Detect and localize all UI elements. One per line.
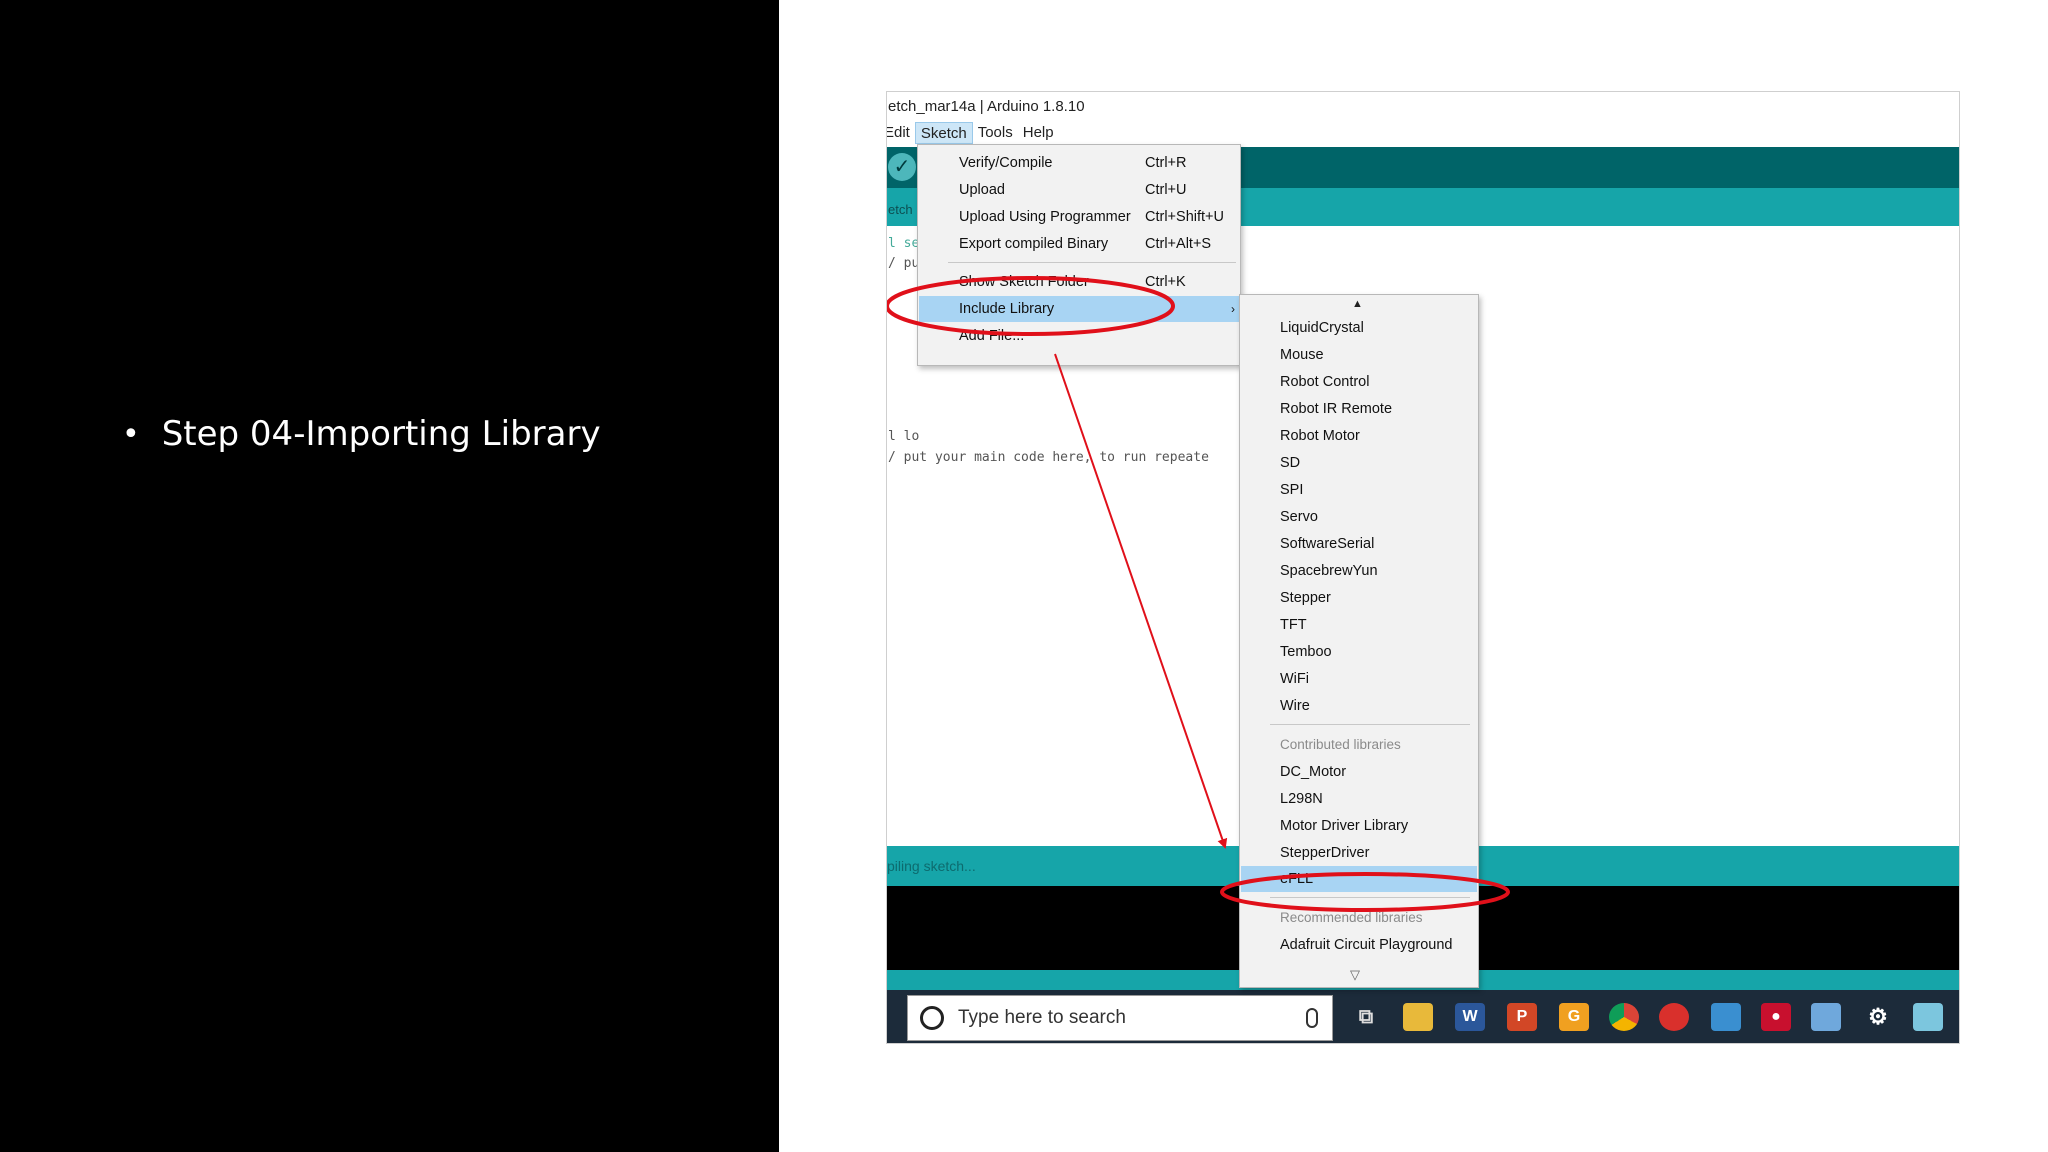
scroll-down-icon[interactable]: ▽: [1350, 967, 1360, 983]
chrome-icon[interactable]: [1609, 1003, 1639, 1031]
menu-edit[interactable]: Edit: [887, 122, 915, 144]
menu-item-export-binary[interactable]: Export compiled Binary Ctrl+Alt+S: [919, 231, 1239, 257]
library-item[interactable]: WiFi: [1241, 666, 1477, 692]
app-red2-icon[interactable]: ●: [1761, 1003, 1791, 1031]
code-line: / put your main code here, to run repeat…: [888, 450, 1209, 465]
menu-item-label: Upload: [959, 182, 1005, 198]
menu-item-shortcut: Ctrl+R: [1145, 155, 1187, 171]
menu-separator: [1270, 724, 1470, 725]
window-title: etch_mar14a | Arduino 1.8.10: [888, 98, 1085, 115]
submenu-arrow-icon: ›: [1231, 302, 1235, 316]
menu-item-upload-programmer[interactable]: Upload Using Programmer Ctrl+Shift+U: [919, 204, 1239, 230]
menu-tools[interactable]: Tools: [973, 122, 1018, 144]
menu-item-shortcut: Ctrl+Shift+U: [1145, 209, 1224, 225]
code-line: l se: [888, 236, 920, 251]
arduino-icon[interactable]: [1711, 1003, 1741, 1031]
menu-item-label: Include Library: [959, 301, 1055, 317]
menu-item-shortcut: Ctrl+K: [1145, 274, 1186, 290]
settings-icon[interactable]: ⚙: [1863, 1003, 1893, 1031]
library-item-efll[interactable]: eFLL: [1241, 866, 1477, 892]
sketch-tab[interactable]: etch: [888, 202, 913, 217]
recommended-libraries-header: Recommended libraries: [1280, 910, 1423, 925]
library-item[interactable]: Wire: [1241, 693, 1477, 719]
menu-item-add-file[interactable]: Add File...: [919, 323, 1239, 349]
library-item[interactable]: L298N: [1241, 786, 1477, 812]
bullet-item: • Step 04-Importing Library: [122, 414, 601, 454]
scroll-up-icon[interactable]: ▲: [1352, 298, 1363, 310]
library-item[interactable]: SPI: [1241, 477, 1477, 503]
file-explorer-icon[interactable]: [1403, 1003, 1433, 1031]
library-item[interactable]: TFT: [1241, 612, 1477, 638]
library-item[interactable]: Stepper: [1241, 585, 1477, 611]
code-line: / pu: [888, 256, 920, 271]
library-submenu: ▲ LiquidCrystal Mouse Robot Control Robo…: [1239, 294, 1479, 988]
library-item[interactable]: Temboo: [1241, 639, 1477, 665]
app-orange-icon[interactable]: G: [1559, 1003, 1589, 1031]
library-item[interactable]: Motor Driver Library: [1241, 813, 1477, 839]
menu-item-label: Upload Using Programmer: [959, 209, 1131, 225]
menu-item-include-library[interactable]: Include Library ›: [919, 296, 1239, 322]
menu-item-shortcut: Ctrl+Alt+S: [1145, 236, 1212, 252]
bullet-dot: •: [122, 416, 140, 452]
menu-bar: Edit Sketch Tools Help: [887, 120, 1959, 146]
app-red-icon[interactable]: [1659, 1003, 1689, 1031]
menu-separator: [948, 262, 1236, 263]
app-cube-icon[interactable]: [1811, 1003, 1841, 1031]
search-placeholder: Type here to search: [958, 1007, 1126, 1028]
library-item[interactable]: LiquidCrystal: [1241, 315, 1477, 341]
library-item[interactable]: Robot Control: [1241, 369, 1477, 395]
task-view-icon[interactable]: ⧉: [1351, 1003, 1381, 1031]
menu-item-label: Verify/Compile: [959, 155, 1053, 171]
menu-item-verify-compile[interactable]: Verify/Compile Ctrl+R: [919, 150, 1239, 176]
menu-sketch[interactable]: Sketch: [914, 122, 973, 144]
library-item[interactable]: SpacebrewYun: [1241, 558, 1477, 584]
taskbar: Type here to search ⧉ W P G ● ⚙: [887, 990, 1959, 1043]
menu-item-label: Add File...: [959, 328, 1025, 344]
status-text: piling sketch...: [887, 858, 976, 874]
library-item[interactable]: Servo: [1241, 504, 1477, 530]
menu-item-show-sketch-folder[interactable]: Show Sketch Folder Ctrl+K: [919, 269, 1239, 295]
bullet-text: Step 04-Importing Library: [161, 414, 601, 454]
menu-item-upload[interactable]: Upload Ctrl+U: [919, 177, 1239, 203]
left-panel: • Step 04-Importing Library: [0, 0, 779, 1152]
library-item[interactable]: Adafruit Circuit Playground: [1241, 932, 1477, 958]
verify-icon[interactable]: ✓: [888, 153, 916, 181]
menu-item-shortcut: Ctrl+U: [1145, 182, 1187, 198]
library-item[interactable]: StepperDriver: [1241, 840, 1477, 866]
word-icon[interactable]: W: [1455, 1003, 1485, 1031]
menu-item-label: Export compiled Binary: [959, 236, 1109, 252]
app-last-icon[interactable]: [1913, 1003, 1943, 1031]
arduino-screenshot: etch_mar14a | Arduino 1.8.10 Edit Sketch…: [886, 91, 1960, 1044]
slide: • Step 04-Importing Library etch_mar14a …: [0, 0, 2048, 1152]
menu-item-label: Show Sketch Folder: [959, 274, 1089, 290]
library-item[interactable]: DC_Motor: [1241, 759, 1477, 785]
sketch-menu: Verify/Compile Ctrl+R Upload Ctrl+U Uplo…: [917, 144, 1241, 366]
powerpoint-icon[interactable]: P: [1507, 1003, 1537, 1031]
library-item[interactable]: SD: [1241, 450, 1477, 476]
library-item[interactable]: Robot Motor: [1241, 423, 1477, 449]
library-item[interactable]: SoftwareSerial: [1241, 531, 1477, 557]
code-line: l lo: [888, 429, 920, 444]
contributed-libraries-header: Contributed libraries: [1280, 737, 1401, 752]
menu-separator: [1270, 897, 1470, 898]
menu-help[interactable]: Help: [1018, 122, 1059, 144]
library-item[interactable]: Robot IR Remote: [1241, 396, 1477, 422]
microphone-icon[interactable]: [1306, 1008, 1318, 1028]
search-icon: [920, 1006, 944, 1030]
taskbar-search-input[interactable]: Type here to search: [907, 995, 1333, 1041]
library-item[interactable]: Mouse: [1241, 342, 1477, 368]
